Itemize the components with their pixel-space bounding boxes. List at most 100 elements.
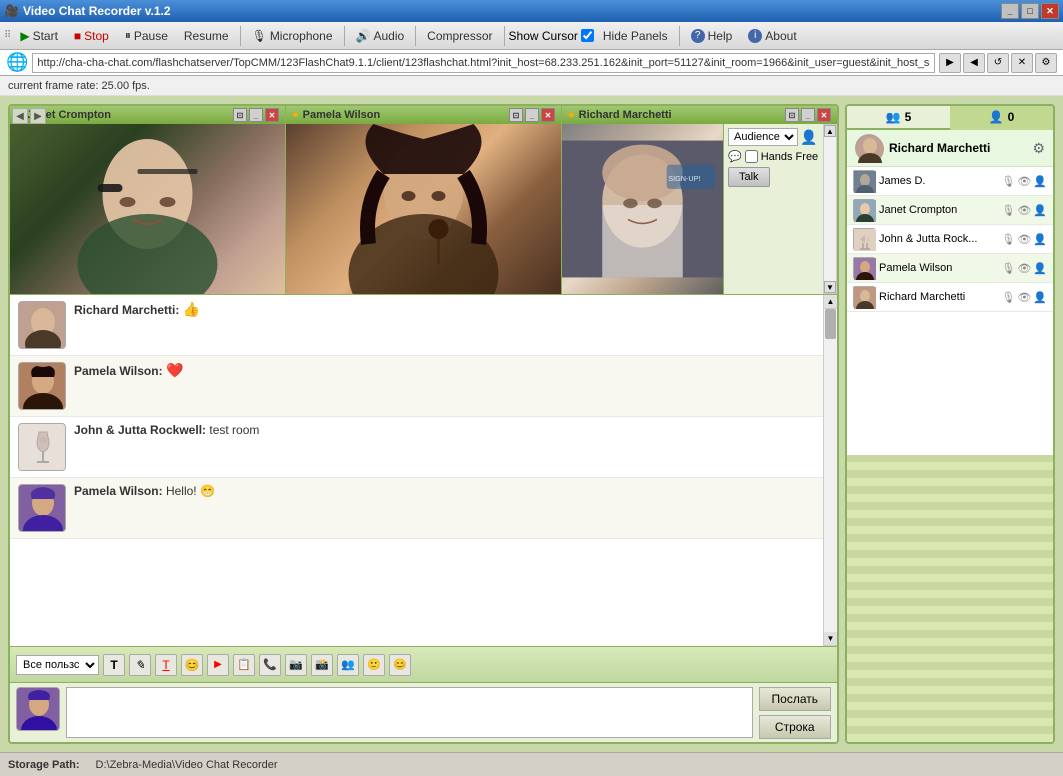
- compressor-button[interactable]: Compressor: [420, 26, 499, 46]
- address-bar: 🌐 ▶ ◀ ↺ ✕ ⚙: [0, 50, 1063, 76]
- audio-button[interactable]: 🔊 Audio: [349, 26, 412, 46]
- start-button[interactable]: ▶ Start: [13, 26, 65, 46]
- about-button[interactable]: i About: [741, 26, 803, 46]
- right-panel: 👥 5 👤 0 Richard Marchetti ⚙: [845, 104, 1055, 744]
- tab-audience[interactable]: 👤 0: [950, 106, 1053, 130]
- message-avatar-pamela: [18, 362, 66, 410]
- nav-settings-button[interactable]: ⚙: [1035, 53, 1057, 73]
- msg-scroll-down[interactable]: ▼: [824, 632, 837, 646]
- recipient-select[interactable]: Все пользс: [16, 655, 99, 675]
- video-scrollbar[interactable]: ▲ ▼: [823, 124, 837, 294]
- video-scroll-down[interactable]: ▼: [824, 281, 836, 293]
- close-button[interactable]: ✕: [1041, 3, 1059, 19]
- mic-icon[interactable]: 🎙: [1001, 291, 1015, 304]
- resume-button[interactable]: Resume: [177, 26, 236, 46]
- richard-min-btn[interactable]: _: [801, 108, 815, 122]
- janet-avatar: [853, 199, 875, 221]
- message-content-1: Richard Marchetti: 👍: [74, 301, 815, 318]
- settings-gear-icon[interactable]: ⚙: [1032, 140, 1045, 157]
- maximize-button[interactable]: □: [1021, 3, 1039, 19]
- eye-icon[interactable]: 👁: [1017, 175, 1031, 188]
- nav-forward-button[interactable]: ◀: [963, 53, 985, 73]
- camera-btn[interactable]: 📷: [285, 654, 307, 676]
- address-buttons: ▶ ◀ ↺ ✕ ⚙: [939, 53, 1057, 73]
- audience-select-row: Audience 👤: [728, 128, 819, 146]
- text-color-btn[interactable]: T: [155, 654, 177, 676]
- janet-close-btn[interactable]: ✕: [265, 108, 279, 122]
- messages-scrollbar[interactable]: ▲ ▼: [823, 295, 837, 646]
- mic-icon[interactable]: 🎙: [1001, 262, 1015, 275]
- janet-min-btn[interactable]: _: [249, 108, 263, 122]
- fps-status: current frame rate: 25.00 fps.: [0, 76, 1063, 96]
- participant-row: James D. 🎙 👁 👤: [847, 167, 1053, 196]
- pamela-restore-btn[interactable]: ⊡: [509, 108, 523, 122]
- messages-wrapper: Richard Marchetti: 👍: [10, 295, 837, 646]
- user-add-icon[interactable]: 👤: [1033, 291, 1047, 304]
- nav-stop-button[interactable]: ✕: [1011, 53, 1033, 73]
- pamela-face-svg: [286, 124, 561, 294]
- emoji-btn[interactable]: 😊: [181, 654, 203, 676]
- participants-list: James D. 🎙 👁 👤 Janet Crompton: [847, 167, 1053, 455]
- message-avatar-richard: [18, 301, 66, 349]
- pamela-min-btn[interactable]: _: [525, 108, 539, 122]
- eye-icon[interactable]: 👁: [1017, 233, 1031, 246]
- line-button[interactable]: Строка: [759, 715, 831, 739]
- help-button[interactable]: ? Help: [684, 26, 740, 46]
- send-button[interactable]: Послать: [759, 687, 831, 711]
- paste-btn[interactable]: 📋: [233, 654, 255, 676]
- user-add-icon[interactable]: 👤: [1033, 262, 1047, 275]
- pause-button[interactable]: ⏸ Pause: [118, 25, 175, 46]
- tab-participants[interactable]: 👥 5: [847, 106, 950, 130]
- talk-button[interactable]: Talk: [728, 167, 770, 187]
- janet-restore-btn[interactable]: ⊡: [233, 108, 247, 122]
- striped-decoration: [847, 455, 1053, 743]
- title-bar: 🎥 Video Chat Recorder v.1.2 _ □ ✕: [0, 0, 1063, 22]
- stop-button[interactable]: ■ Stop: [67, 26, 116, 46]
- video-scroll-up[interactable]: ▲: [824, 125, 836, 137]
- message-avatar-pamela2: [18, 484, 66, 532]
- microphone-button[interactable]: 🎙 Microphone: [245, 26, 340, 46]
- user-btn[interactable]: 👥: [337, 654, 359, 676]
- smile-btn[interactable]: 🙂: [363, 654, 385, 676]
- mic-icon[interactable]: 🎙: [1001, 233, 1015, 246]
- help-icon: ?: [691, 29, 705, 43]
- janet-video-feed: [10, 124, 285, 294]
- sep1: [240, 26, 241, 46]
- show-cursor-checkbox[interactable]: [581, 29, 594, 42]
- bold-text-btn[interactable]: T: [103, 654, 125, 676]
- nav-refresh-button[interactable]: ↺: [987, 53, 1009, 73]
- hide-panels-button[interactable]: Hide Panels: [596, 26, 675, 46]
- minimize-button[interactable]: _: [1001, 3, 1019, 19]
- phone-btn[interactable]: 📞: [259, 654, 281, 676]
- participant-row: Richard Marchetti 🎙 👁 👤: [847, 283, 1053, 312]
- camera2-btn[interactable]: 📸: [311, 654, 333, 676]
- audio-icon: 🔊: [356, 29, 371, 43]
- mic-icon[interactable]: 🎙: [1001, 204, 1015, 217]
- msg-scroll-up[interactable]: ▲: [824, 295, 837, 309]
- video-nav-right[interactable]: ▶: [30, 108, 46, 124]
- my-avatar: [16, 687, 60, 731]
- audience-dropdown[interactable]: Audience: [728, 128, 798, 146]
- eye-icon[interactable]: 👁: [1017, 262, 1031, 275]
- nav-back-button[interactable]: ▶: [939, 53, 961, 73]
- pamela-close-btn[interactable]: ✕: [541, 108, 555, 122]
- italic-btn[interactable]: ✎: [129, 654, 151, 676]
- richard-restore-btn[interactable]: ⊡: [785, 108, 799, 122]
- mic-icon[interactable]: 🎙: [1001, 175, 1015, 188]
- video-header-pamela: ● Pamela Wilson ⊡ _ ✕: [286, 106, 561, 124]
- happy-btn[interactable]: 😊: [389, 654, 411, 676]
- richard-close-btn[interactable]: ✕: [817, 108, 831, 122]
- user-add-icon[interactable]: 👤: [1033, 175, 1047, 188]
- right-panel-tabs: 👥 5 👤 0: [847, 106, 1053, 130]
- user-add-icon[interactable]: 👤: [1033, 204, 1047, 217]
- james-icons: 🎙 👁 👤: [1001, 175, 1047, 188]
- video-nav-left[interactable]: ◀: [12, 108, 28, 124]
- eye-icon[interactable]: 👁: [1017, 291, 1031, 304]
- hands-free-checkbox[interactable]: [745, 150, 758, 163]
- youtube-btn[interactable]: ▶: [207, 654, 229, 676]
- message-input[interactable]: [66, 687, 753, 738]
- user-add-icon[interactable]: 👤: [1033, 233, 1047, 246]
- video-window-janet: ● Janet Crompton ⊡ _ ✕: [10, 106, 286, 294]
- eye-icon[interactable]: 👁: [1017, 204, 1031, 217]
- address-input[interactable]: [32, 53, 935, 73]
